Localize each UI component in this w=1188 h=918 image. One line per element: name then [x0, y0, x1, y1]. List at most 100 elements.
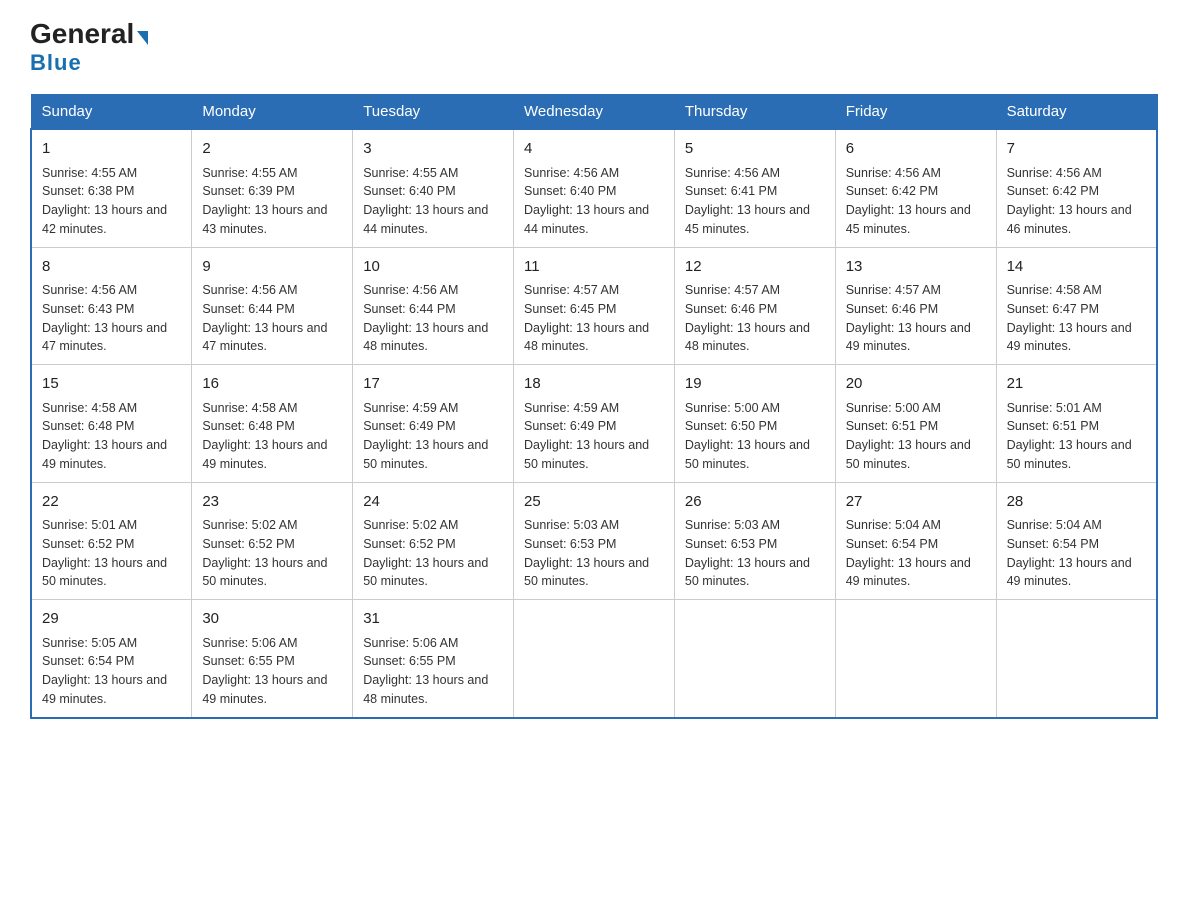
- day-number: 26: [685, 491, 825, 514]
- calendar-cell: 17 Sunrise: 4:59 AMSunset: 6:49 PMDaylig…: [353, 365, 514, 483]
- calendar-header: SundayMondayTuesdayWednesdayThursdayFrid…: [31, 95, 1157, 130]
- calendar-cell: 23 Sunrise: 5:02 AMSunset: 6:52 PMDaylig…: [192, 482, 353, 600]
- day-info: Sunrise: 4:59 AMSunset: 6:49 PMDaylight:…: [363, 401, 488, 471]
- day-info: Sunrise: 5:00 AMSunset: 6:50 PMDaylight:…: [685, 401, 810, 471]
- day-number: 31: [363, 608, 503, 631]
- calendar-cell: 6 Sunrise: 4:56 AMSunset: 6:42 PMDayligh…: [835, 129, 996, 247]
- day-number: 10: [363, 256, 503, 279]
- calendar-week-row: 1 Sunrise: 4:55 AMSunset: 6:38 PMDayligh…: [31, 129, 1157, 247]
- calendar-cell: 16 Sunrise: 4:58 AMSunset: 6:48 PMDaylig…: [192, 365, 353, 483]
- day-number: 27: [846, 491, 986, 514]
- day-number: 29: [42, 608, 181, 631]
- calendar-cell: 3 Sunrise: 4:55 AMSunset: 6:40 PMDayligh…: [353, 129, 514, 247]
- calendar-cell: 4 Sunrise: 4:56 AMSunset: 6:40 PMDayligh…: [514, 129, 675, 247]
- col-header-tuesday: Tuesday: [353, 95, 514, 130]
- day-number: 8: [42, 256, 181, 279]
- day-number: 3: [363, 138, 503, 161]
- calendar-cell: 13 Sunrise: 4:57 AMSunset: 6:46 PMDaylig…: [835, 247, 996, 365]
- day-number: 11: [524, 256, 664, 279]
- day-info: Sunrise: 5:00 AMSunset: 6:51 PMDaylight:…: [846, 401, 971, 471]
- day-number: 23: [202, 491, 342, 514]
- day-number: 25: [524, 491, 664, 514]
- day-number: 28: [1007, 491, 1146, 514]
- calendar-cell: 20 Sunrise: 5:00 AMSunset: 6:51 PMDaylig…: [835, 365, 996, 483]
- col-header-friday: Friday: [835, 95, 996, 130]
- day-info: Sunrise: 5:02 AMSunset: 6:52 PMDaylight:…: [363, 518, 488, 588]
- day-info: Sunrise: 4:56 AMSunset: 6:42 PMDaylight:…: [1007, 166, 1132, 236]
- day-number: 15: [42, 373, 181, 396]
- calendar-cell: 10 Sunrise: 4:56 AMSunset: 6:44 PMDaylig…: [353, 247, 514, 365]
- col-header-monday: Monday: [192, 95, 353, 130]
- day-info: Sunrise: 4:55 AMSunset: 6:38 PMDaylight:…: [42, 166, 167, 236]
- day-info: Sunrise: 4:55 AMSunset: 6:39 PMDaylight:…: [202, 166, 327, 236]
- day-number: 20: [846, 373, 986, 396]
- day-number: 5: [685, 138, 825, 161]
- calendar-cell: 26 Sunrise: 5:03 AMSunset: 6:53 PMDaylig…: [674, 482, 835, 600]
- day-number: 30: [202, 608, 342, 631]
- page-header: General Blue: [30, 20, 1158, 76]
- day-info: Sunrise: 4:56 AMSunset: 6:43 PMDaylight:…: [42, 283, 167, 353]
- day-info: Sunrise: 4:57 AMSunset: 6:45 PMDaylight:…: [524, 283, 649, 353]
- day-info: Sunrise: 5:01 AMSunset: 6:51 PMDaylight:…: [1007, 401, 1132, 471]
- day-info: Sunrise: 4:57 AMSunset: 6:46 PMDaylight:…: [846, 283, 971, 353]
- calendar-cell: 29 Sunrise: 5:05 AMSunset: 6:54 PMDaylig…: [31, 600, 192, 718]
- calendar-cell: 31 Sunrise: 5:06 AMSunset: 6:55 PMDaylig…: [353, 600, 514, 718]
- day-info: Sunrise: 4:56 AMSunset: 6:42 PMDaylight:…: [846, 166, 971, 236]
- day-info: Sunrise: 4:56 AMSunset: 6:40 PMDaylight:…: [524, 166, 649, 236]
- day-info: Sunrise: 5:05 AMSunset: 6:54 PMDaylight:…: [42, 636, 167, 706]
- day-info: Sunrise: 5:06 AMSunset: 6:55 PMDaylight:…: [202, 636, 327, 706]
- calendar-cell: [835, 600, 996, 718]
- calendar-cell: 11 Sunrise: 4:57 AMSunset: 6:45 PMDaylig…: [514, 247, 675, 365]
- calendar-cell: 14 Sunrise: 4:58 AMSunset: 6:47 PMDaylig…: [996, 247, 1157, 365]
- day-number: 9: [202, 256, 342, 279]
- calendar-cell: 15 Sunrise: 4:58 AMSunset: 6:48 PMDaylig…: [31, 365, 192, 483]
- calendar-cell: 2 Sunrise: 4:55 AMSunset: 6:39 PMDayligh…: [192, 129, 353, 247]
- col-header-thursday: Thursday: [674, 95, 835, 130]
- col-header-wednesday: Wednesday: [514, 95, 675, 130]
- calendar-cell: 22 Sunrise: 5:01 AMSunset: 6:52 PMDaylig…: [31, 482, 192, 600]
- day-info: Sunrise: 5:03 AMSunset: 6:53 PMDaylight:…: [685, 518, 810, 588]
- day-number: 18: [524, 373, 664, 396]
- calendar-cell: [996, 600, 1157, 718]
- day-info: Sunrise: 5:02 AMSunset: 6:52 PMDaylight:…: [202, 518, 327, 588]
- calendar-cell: 12 Sunrise: 4:57 AMSunset: 6:46 PMDaylig…: [674, 247, 835, 365]
- day-info: Sunrise: 4:57 AMSunset: 6:46 PMDaylight:…: [685, 283, 810, 353]
- day-info: Sunrise: 4:55 AMSunset: 6:40 PMDaylight:…: [363, 166, 488, 236]
- calendar-cell: 9 Sunrise: 4:56 AMSunset: 6:44 PMDayligh…: [192, 247, 353, 365]
- day-info: Sunrise: 4:56 AMSunset: 6:41 PMDaylight:…: [685, 166, 810, 236]
- logo-blue-text: Blue: [30, 50, 82, 76]
- day-number: 6: [846, 138, 986, 161]
- day-info: Sunrise: 5:03 AMSunset: 6:53 PMDaylight:…: [524, 518, 649, 588]
- day-info: Sunrise: 5:04 AMSunset: 6:54 PMDaylight:…: [1007, 518, 1132, 588]
- calendar-table: SundayMondayTuesdayWednesdayThursdayFrid…: [30, 94, 1158, 719]
- day-number: 2: [202, 138, 342, 161]
- col-header-saturday: Saturday: [996, 95, 1157, 130]
- calendar-cell: [674, 600, 835, 718]
- calendar-cell: 21 Sunrise: 5:01 AMSunset: 6:51 PMDaylig…: [996, 365, 1157, 483]
- day-number: 4: [524, 138, 664, 161]
- calendar-cell: 19 Sunrise: 5:00 AMSunset: 6:50 PMDaylig…: [674, 365, 835, 483]
- day-info: Sunrise: 4:59 AMSunset: 6:49 PMDaylight:…: [524, 401, 649, 471]
- day-info: Sunrise: 4:56 AMSunset: 6:44 PMDaylight:…: [202, 283, 327, 353]
- calendar-cell: 28 Sunrise: 5:04 AMSunset: 6:54 PMDaylig…: [996, 482, 1157, 600]
- logo: General Blue: [30, 20, 148, 76]
- calendar-cell: 24 Sunrise: 5:02 AMSunset: 6:52 PMDaylig…: [353, 482, 514, 600]
- calendar-cell: 7 Sunrise: 4:56 AMSunset: 6:42 PMDayligh…: [996, 129, 1157, 247]
- col-header-sunday: Sunday: [31, 95, 192, 130]
- day-number: 22: [42, 491, 181, 514]
- day-number: 19: [685, 373, 825, 396]
- logo-general-text: General: [30, 20, 148, 48]
- day-number: 1: [42, 138, 181, 161]
- day-number: 16: [202, 373, 342, 396]
- day-number: 21: [1007, 373, 1146, 396]
- day-number: 14: [1007, 256, 1146, 279]
- day-info: Sunrise: 4:56 AMSunset: 6:44 PMDaylight:…: [363, 283, 488, 353]
- day-info: Sunrise: 5:01 AMSunset: 6:52 PMDaylight:…: [42, 518, 167, 588]
- calendar-cell: 30 Sunrise: 5:06 AMSunset: 6:55 PMDaylig…: [192, 600, 353, 718]
- calendar-cell: 18 Sunrise: 4:59 AMSunset: 6:49 PMDaylig…: [514, 365, 675, 483]
- calendar-cell: 1 Sunrise: 4:55 AMSunset: 6:38 PMDayligh…: [31, 129, 192, 247]
- calendar-week-row: 29 Sunrise: 5:05 AMSunset: 6:54 PMDaylig…: [31, 600, 1157, 718]
- calendar-cell: 27 Sunrise: 5:04 AMSunset: 6:54 PMDaylig…: [835, 482, 996, 600]
- day-number: 13: [846, 256, 986, 279]
- calendar-week-row: 15 Sunrise: 4:58 AMSunset: 6:48 PMDaylig…: [31, 365, 1157, 483]
